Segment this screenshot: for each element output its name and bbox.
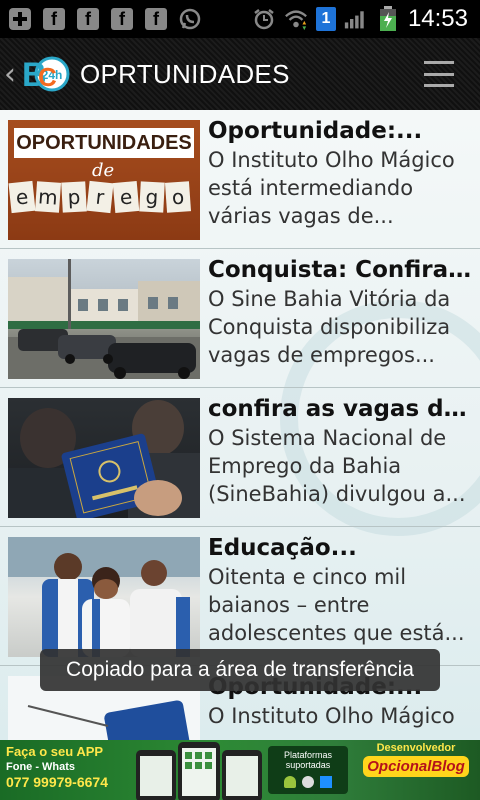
android-icon [284,776,296,788]
ad-banner[interactable]: Faça o seu APP Fone - Whats 077 99979-66… [0,740,480,800]
bc24h-logo-icon[interactable]: 24h B C [18,50,70,98]
article-summary: Oitenta e cinco mil baianos – entre adol… [208,565,465,645]
article-text: confira as vagas do... O Sistema Naciona… [208,394,472,508]
notification-icons: f f f f [8,7,202,31]
article-title[interactable]: Oportunidade:... [208,116,472,146]
article-summary: O Sistema Nacional de Emprego da Bahia (… [208,426,466,506]
list-item[interactable]: Educação... Oitenta e cinco mil baianos … [0,527,480,666]
notification-badge: 1 [315,7,336,31]
article-thumbnail [8,259,200,379]
thumb-letter: e [112,181,140,213]
article-text: Oportunidade:... O Instituto Olho Mágico… [208,116,472,230]
article-list[interactable]: OPORTUNIDADES de e m p r e g o Oportunid… [0,110,480,740]
wifi-icon [284,7,308,31]
facebook-icon: f [110,7,134,31]
whatsapp-icon [178,7,202,31]
article-text: Conquista: Confira ... O Sine Bahia Vitó… [208,255,472,369]
apple-icon [302,776,314,788]
windows-icon [320,776,332,788]
status-bar: f f f f 1 14:53 [0,0,480,38]
action-bar: ‹ 24h B C OPRTUNIDADES [0,38,480,110]
signal-icon [344,7,368,31]
phones-illustration [132,740,264,800]
article-thumbnail: OPORTUNIDADES de e m p r e g o [8,120,200,240]
facebook-icon: f [76,7,100,31]
hamburger-menu-icon[interactable] [424,61,454,87]
banner-headline: Faça o seu APP [6,744,104,759]
svg-text:C: C [38,62,57,92]
article-thumbnail [8,398,200,518]
list-item[interactable]: OPORTUNIDADES de e m p r e g o Oportunid… [0,110,480,249]
toast-message: Copiado para a área de transferência [40,649,440,691]
platforms-box: Plataformas suportadas [268,746,348,794]
thumb-letter: g [139,181,165,213]
thumb-text-mid: de [92,160,115,181]
thumb-letter: o [164,181,192,213]
platforms-label: Plataformas suportadas [283,750,333,770]
banner-contact-label: Fone - Whats [6,761,76,773]
article-title[interactable]: confira as vagas do... [208,394,472,424]
alarm-icon [252,7,276,31]
clock: 14:53 [407,5,468,32]
thumb-letter: r [86,180,114,214]
article-title[interactable]: Conquista: Confira ... [208,255,472,285]
article-summary: O Instituto Olho Mágico [208,704,455,728]
thumb-letter: m [34,181,62,213]
battery-icon [376,6,400,31]
thumb-letter: e [8,180,36,214]
thumb-letter-cards: e m p r e g o [8,180,192,214]
article-thumbnail [8,537,200,657]
screen-title: OPRTUNIDADES [80,58,290,89]
article-summary: O Instituto Olho Mágico está intermedian… [208,148,455,228]
developer-logo: OpcionalBlog [363,756,469,777]
list-item[interactable]: confira as vagas do... O Sistema Naciona… [0,388,480,527]
article-text: Educação... Oitenta e cinco mil baianos … [208,533,472,647]
plus-icon [8,7,32,31]
facebook-icon: f [42,7,66,31]
banner-contact: Faça o seu APP Fone - Whats 077 99979-66… [6,744,108,790]
article-summary: O Sine Bahia Vitória da Conquista dispon… [208,287,451,367]
facebook-icon: f [144,7,168,31]
list-item[interactable]: Conquista: Confira ... O Sine Bahia Vitó… [0,249,480,388]
developer-label: Desenvolvedor [376,742,456,754]
thumb-text-top: OPORTUNIDADES [14,128,194,158]
article-title[interactable]: Educação... [208,533,472,563]
developer-block: Desenvolvedor OpcionalBlog [356,742,476,798]
banner-phone: 077 99979-6674 [6,774,108,790]
thumb-letter: p [61,181,87,213]
back-chevron-icon[interactable]: ‹ [4,57,16,92]
